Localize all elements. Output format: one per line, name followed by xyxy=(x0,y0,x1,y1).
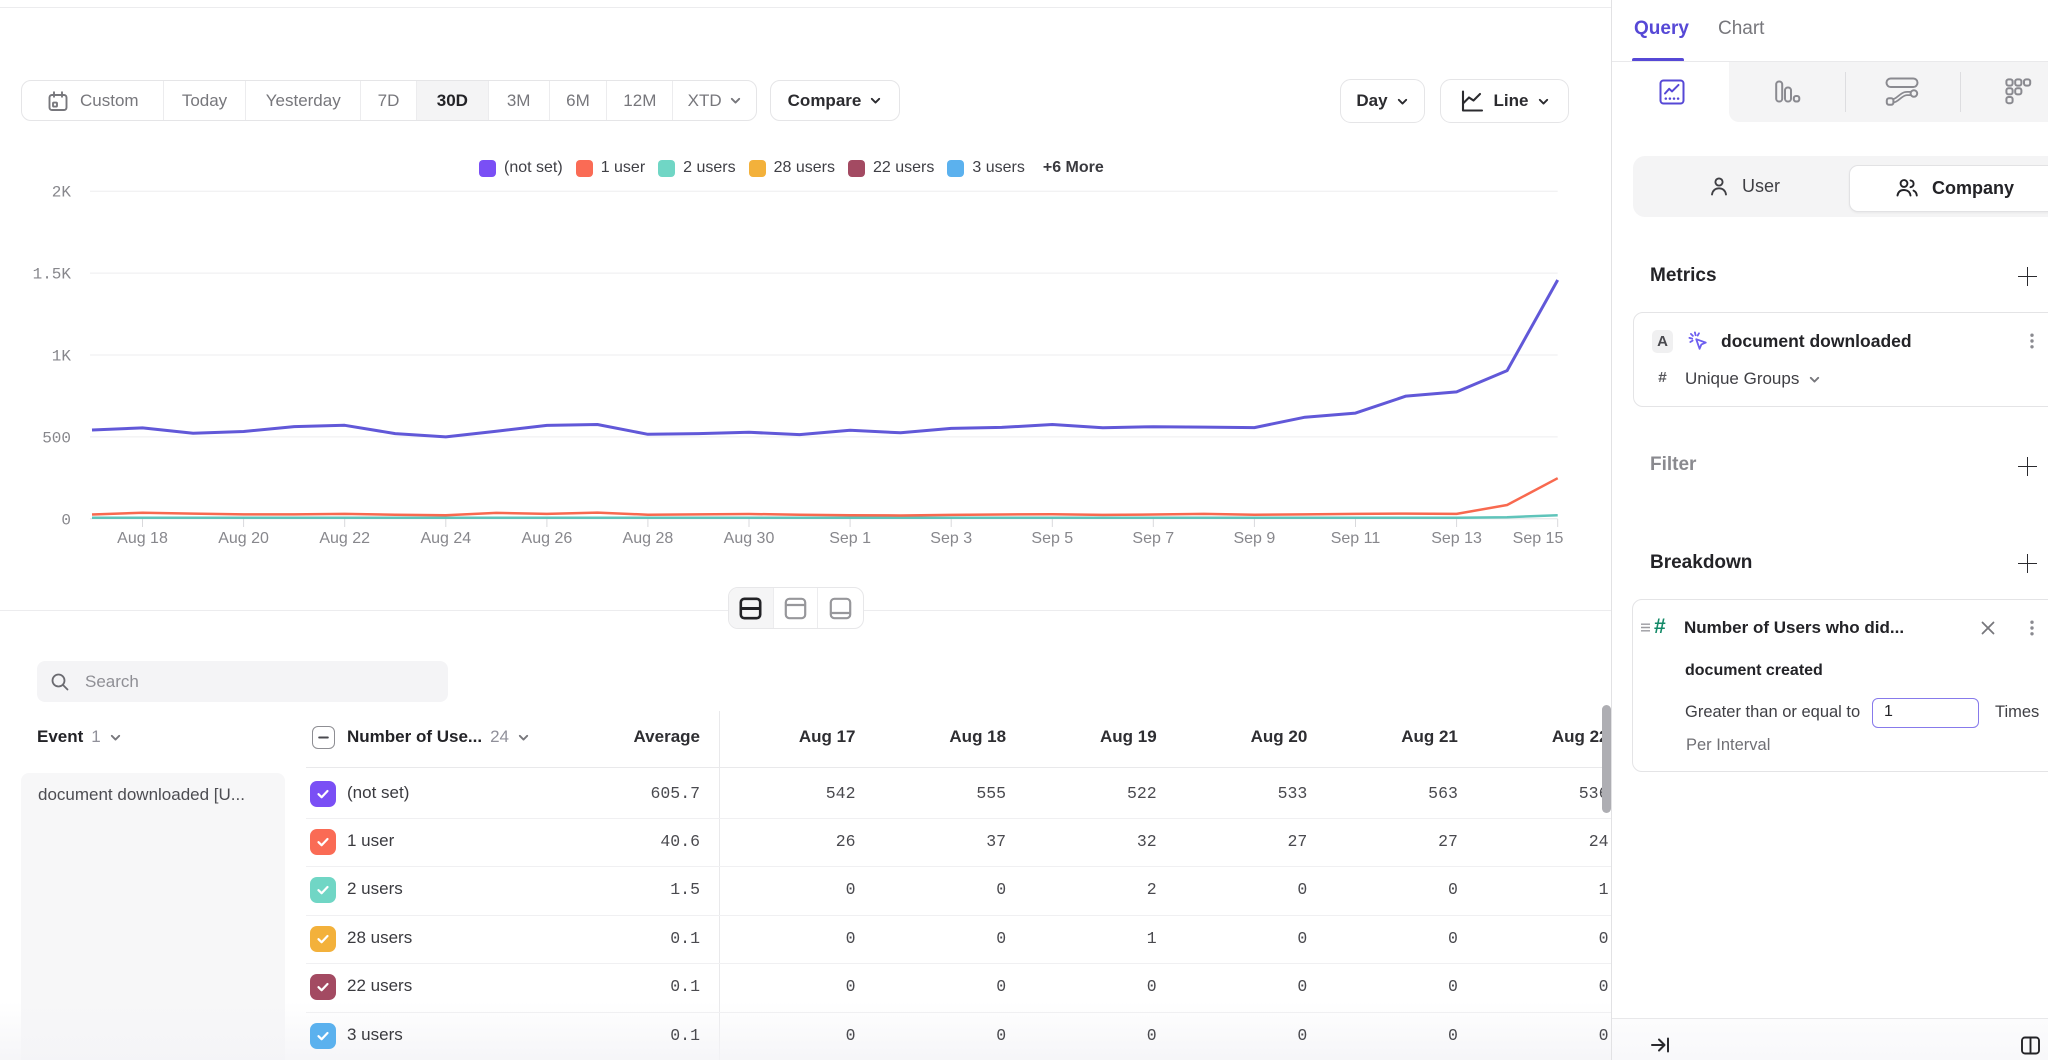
svg-text:500: 500 xyxy=(42,429,71,447)
svg-text:Aug 18: Aug 18 xyxy=(117,530,168,547)
svg-text:Aug 30: Aug 30 xyxy=(724,530,775,547)
svg-text:Sep 5: Sep 5 xyxy=(1031,530,1073,547)
svg-text:Sep 3: Sep 3 xyxy=(930,530,972,547)
svg-text:Aug 22: Aug 22 xyxy=(319,530,370,547)
svg-text:1K: 1K xyxy=(52,348,72,366)
svg-text:Sep 1: Sep 1 xyxy=(829,530,871,547)
svg-text:Sep 13: Sep 13 xyxy=(1431,530,1482,547)
svg-text:Sep 7: Sep 7 xyxy=(1132,530,1174,547)
svg-text:Sep 9: Sep 9 xyxy=(1233,530,1275,547)
svg-text:Aug 20: Aug 20 xyxy=(218,530,269,547)
svg-text:Sep 11: Sep 11 xyxy=(1331,530,1381,547)
svg-text:Aug 28: Aug 28 xyxy=(623,530,674,547)
svg-text:Sep 15: Sep 15 xyxy=(1513,530,1564,547)
svg-text:Aug 26: Aug 26 xyxy=(522,530,573,547)
svg-text:1.5K: 1.5K xyxy=(33,266,72,284)
svg-text:Aug 24: Aug 24 xyxy=(420,530,471,547)
svg-text:2K: 2K xyxy=(52,184,72,202)
svg-text:0: 0 xyxy=(61,511,71,529)
